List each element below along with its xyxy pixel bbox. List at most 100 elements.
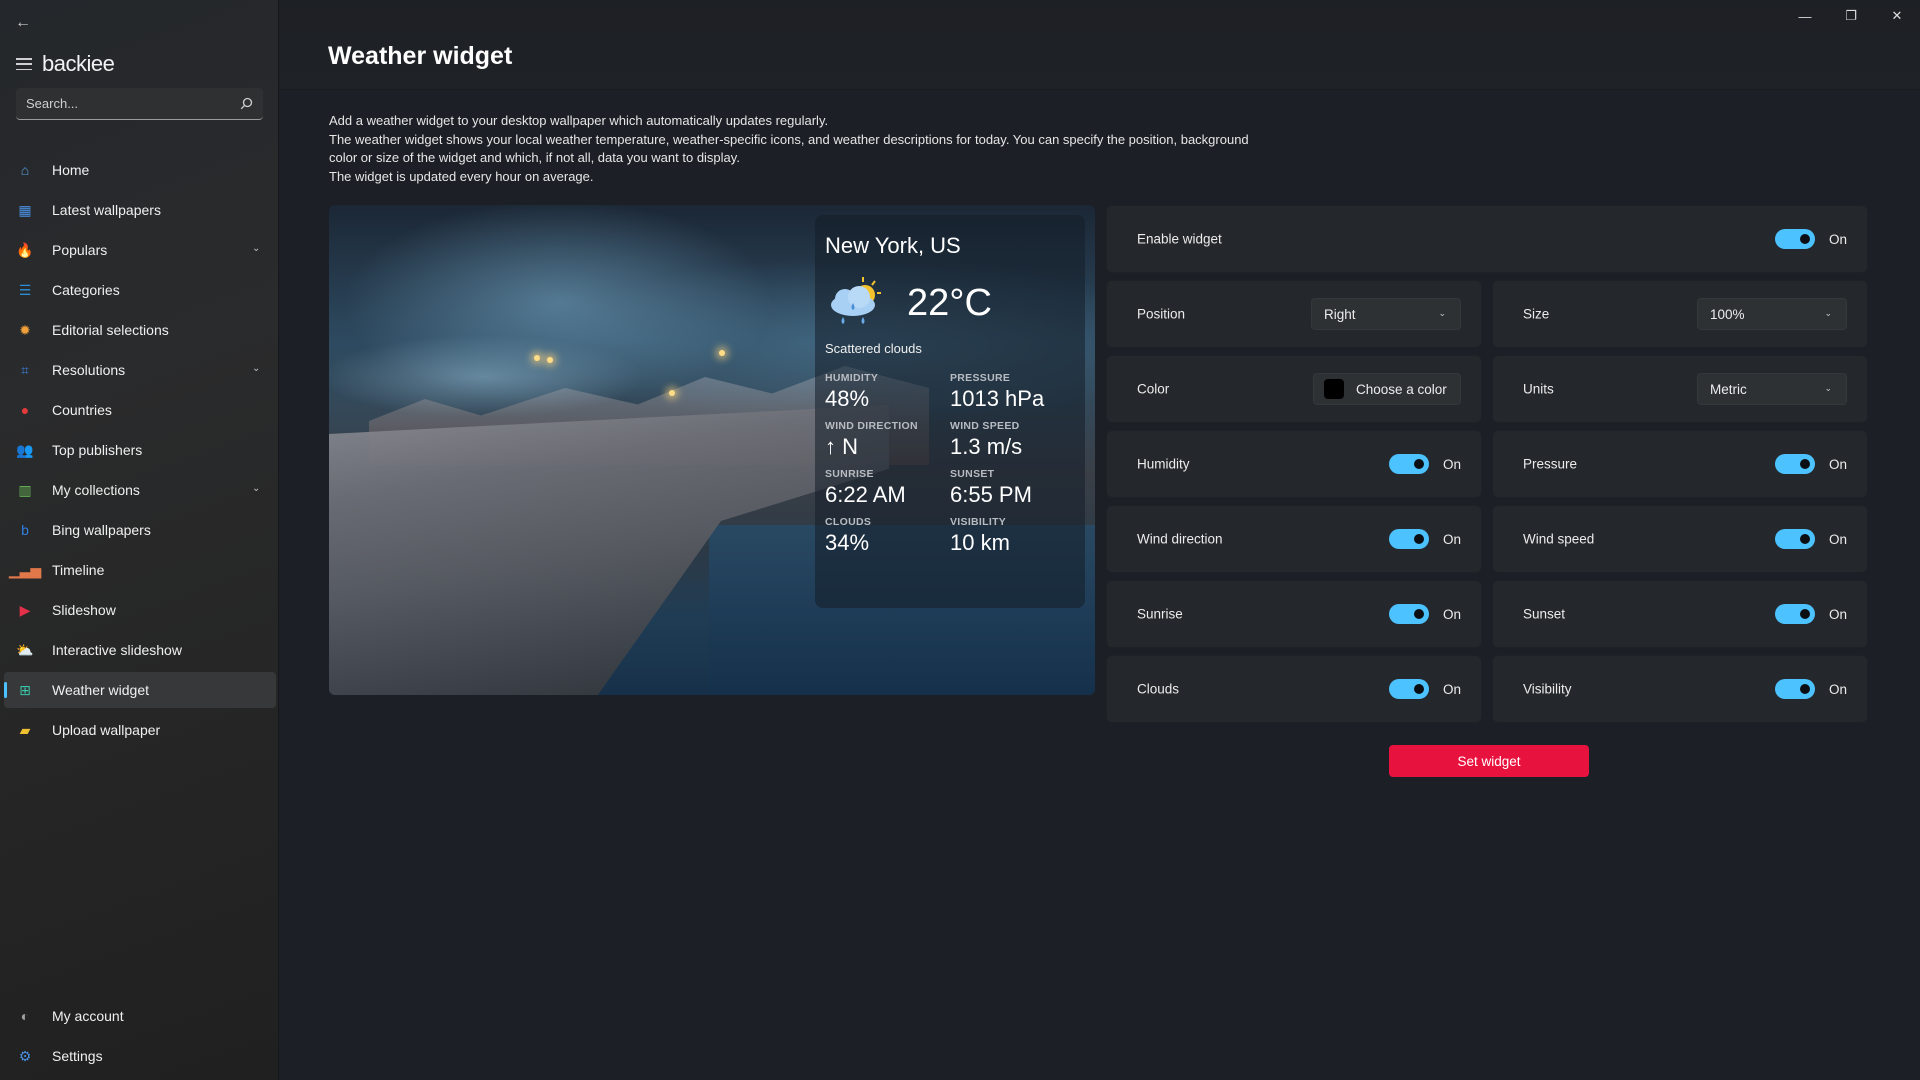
- units-dropdown[interactable]: Metric ⌄: [1697, 373, 1847, 405]
- pressure-toggle-group: On: [1775, 454, 1847, 474]
- color-label: Color: [1137, 381, 1170, 397]
- sidebar-item-my-collections[interactable]: ▥ My collections ⌄: [4, 472, 276, 508]
- weather-stat-label: CLOUDS: [825, 516, 872, 528]
- sidebar-item-latest-wallpapers[interactable]: ▦ Latest wallpapers: [4, 192, 276, 228]
- sidebar-item-categories[interactable]: ☰ Categories: [4, 272, 276, 308]
- sunset-toggle-group: On: [1775, 604, 1847, 624]
- visibility-toggle[interactable]: [1775, 679, 1815, 699]
- lamp-light: [669, 390, 675, 396]
- sidebar-item-label: Timeline: [52, 562, 105, 578]
- folder-upload-icon: ▰: [19, 721, 31, 738]
- weather-widget-card: New York, US 22°C Scattered clouds HUMID…: [815, 215, 1085, 608]
- pressure-label: Pressure: [1523, 456, 1578, 472]
- weather-stat-visibility: VISIBILITY 10 km: [950, 516, 1075, 556]
- sidebar-item-populars[interactable]: 🔥 Populars ⌄: [4, 232, 276, 268]
- sidebar-item-label: Slideshow: [52, 602, 116, 618]
- back-arrow-icon: ←: [15, 14, 31, 31]
- sidebar-item-bing-wallpapers[interactable]: b Bing wallpapers: [4, 512, 276, 548]
- wind-speed-card: Wind speed On: [1492, 505, 1868, 573]
- sidebar-item-label: Upload wallpaper: [52, 722, 161, 738]
- choose-color-button[interactable]: Choose a color: [1313, 373, 1461, 405]
- sidebar: ← backiee ⌂ Home ▦ Latest wallpapers 🔥 Popula…: [0, 0, 279, 1080]
- wind-direction-label: Wind direction: [1137, 531, 1223, 547]
- weather-stat-value: 34%: [825, 530, 870, 555]
- humidity-toggle[interactable]: [1389, 454, 1429, 474]
- crop-icon: ⌗: [21, 361, 29, 378]
- weather-stat-value: 48%: [825, 386, 870, 411]
- sidebar-item-top-publishers[interactable]: 👥 Top publishers: [4, 432, 276, 468]
- app-window: Weather widget — ❐ ✕ ← backiee ⌂ Home ▦ Lat…: [0, 0, 1920, 1080]
- sidebar-item-countries[interactable]: ● Countries: [4, 392, 276, 428]
- sunrise-toggle[interactable]: [1389, 604, 1429, 624]
- description-line: The widget is updated every hour on aver…: [329, 168, 594, 184]
- weather-stat-value: ↑ N: [825, 434, 858, 459]
- weather-stat-value: 1013 hPa: [950, 386, 1045, 411]
- sidebar-item-resolutions[interactable]: ⌗ Resolutions ⌄: [4, 352, 276, 388]
- sunset-card: Sunset On: [1492, 580, 1868, 648]
- sidebar-item-label: Resolutions: [52, 362, 126, 378]
- visibility-card: Visibility On: [1492, 655, 1868, 723]
- sidebar-item-editorial-selections[interactable]: ✹ Editorial selections: [4, 312, 276, 348]
- pressure-toggle[interactable]: [1775, 454, 1815, 474]
- position-card: Position Right ⌄: [1106, 280, 1482, 348]
- restore-button[interactable]: ❐: [1828, 0, 1874, 32]
- wind-speed-label: Wind speed: [1523, 531, 1595, 547]
- enable-widget-toggle[interactable]: [1775, 229, 1815, 249]
- back-button[interactable]: ←: [12, 12, 34, 34]
- toggle-state-text: On: [1443, 681, 1462, 697]
- sidebar-item-interactive-slideshow[interactable]: ⛅ Interactive slideshow: [4, 632, 276, 668]
- sidebar-item-slideshow[interactable]: ▶ Slideshow: [4, 592, 276, 628]
- sidebar-item-upload-wallpaper[interactable]: ▰ Upload wallpaper: [4, 712, 276, 748]
- hamburger-menu-icon[interactable]: [16, 58, 32, 70]
- position-dropdown[interactable]: Right ⌄: [1311, 298, 1461, 330]
- search-input[interactable]: [26, 96, 239, 111]
- weather-stat-clouds: CLOUDS 34%: [825, 516, 950, 556]
- clouds-toggle[interactable]: [1389, 679, 1429, 699]
- sidebar-item-label: My collections: [52, 482, 140, 498]
- weather-stat-pressure: PRESSURE 1013 hPa: [950, 372, 1075, 412]
- toggle-state-text: On: [1829, 456, 1848, 472]
- lamp-light: [719, 350, 725, 356]
- size-dropdown[interactable]: 100% ⌄: [1697, 298, 1847, 330]
- gear-icon: ⚙: [18, 1047, 32, 1064]
- page-description: Add a weather widget to your desktop wal…: [329, 112, 1329, 186]
- chevron-down-icon[interactable]: ⌄: [252, 243, 262, 254]
- sidebar-item-timeline[interactable]: ▁▃▅ Timeline: [4, 552, 276, 588]
- sunset-label: Sunset: [1523, 606, 1566, 622]
- weather-city: New York, US: [825, 233, 961, 258]
- search-icon[interactable]: [239, 97, 253, 111]
- calendar-icon: ▦: [18, 201, 32, 218]
- close-button[interactable]: ✕: [1874, 0, 1920, 32]
- description-line: color or size of the widget and which, i…: [329, 150, 740, 165]
- wind-speed-toggle[interactable]: [1775, 529, 1815, 549]
- chevron-down-icon[interactable]: ⌄: [252, 483, 262, 494]
- sidebar-item-label: My account: [52, 1008, 124, 1024]
- weather-sun-cloud-icon: ⛅: [16, 641, 34, 658]
- choose-color-label: Choose a color: [1356, 381, 1447, 397]
- wind-direction-toggle[interactable]: [1389, 529, 1429, 549]
- sunset-toggle[interactable]: [1775, 604, 1815, 624]
- sidebar-item-label: Latest wallpapers: [52, 202, 161, 218]
- toggle-state-text: On: [1829, 531, 1848, 547]
- sidebar-item-settings[interactable]: ⚙ Settings: [4, 1038, 276, 1074]
- page-title: Weather widget: [328, 42, 513, 70]
- play-icon: ▶: [19, 601, 31, 618]
- units-value: Metric: [1710, 381, 1747, 397]
- sidebar-item-my-account[interactable]: ◐ My account: [4, 998, 276, 1034]
- visibility-label: Visibility: [1523, 681, 1572, 697]
- minimize-button[interactable]: —: [1782, 0, 1828, 32]
- units-label: Units: [1523, 381, 1554, 397]
- header-band: [280, 0, 1920, 90]
- chevron-down-icon[interactable]: ⌄: [252, 363, 262, 374]
- humidity-toggle-group: On: [1389, 454, 1461, 474]
- sidebar-item-home[interactable]: ⌂ Home: [4, 152, 276, 188]
- sidebar-item-weather-widget[interactable]: ⊞ Weather widget: [4, 672, 276, 708]
- humidity-label: Humidity: [1137, 456, 1190, 472]
- minimize-icon: —: [1798, 8, 1812, 24]
- lamp-light: [547, 357, 553, 363]
- brand-row: backiee: [16, 50, 115, 78]
- set-widget-button[interactable]: Set widget: [1389, 745, 1589, 777]
- grid-icon: ⊞: [19, 681, 31, 698]
- toggle-state-text: On: [1829, 231, 1848, 247]
- color-swatch: [1324, 379, 1344, 399]
